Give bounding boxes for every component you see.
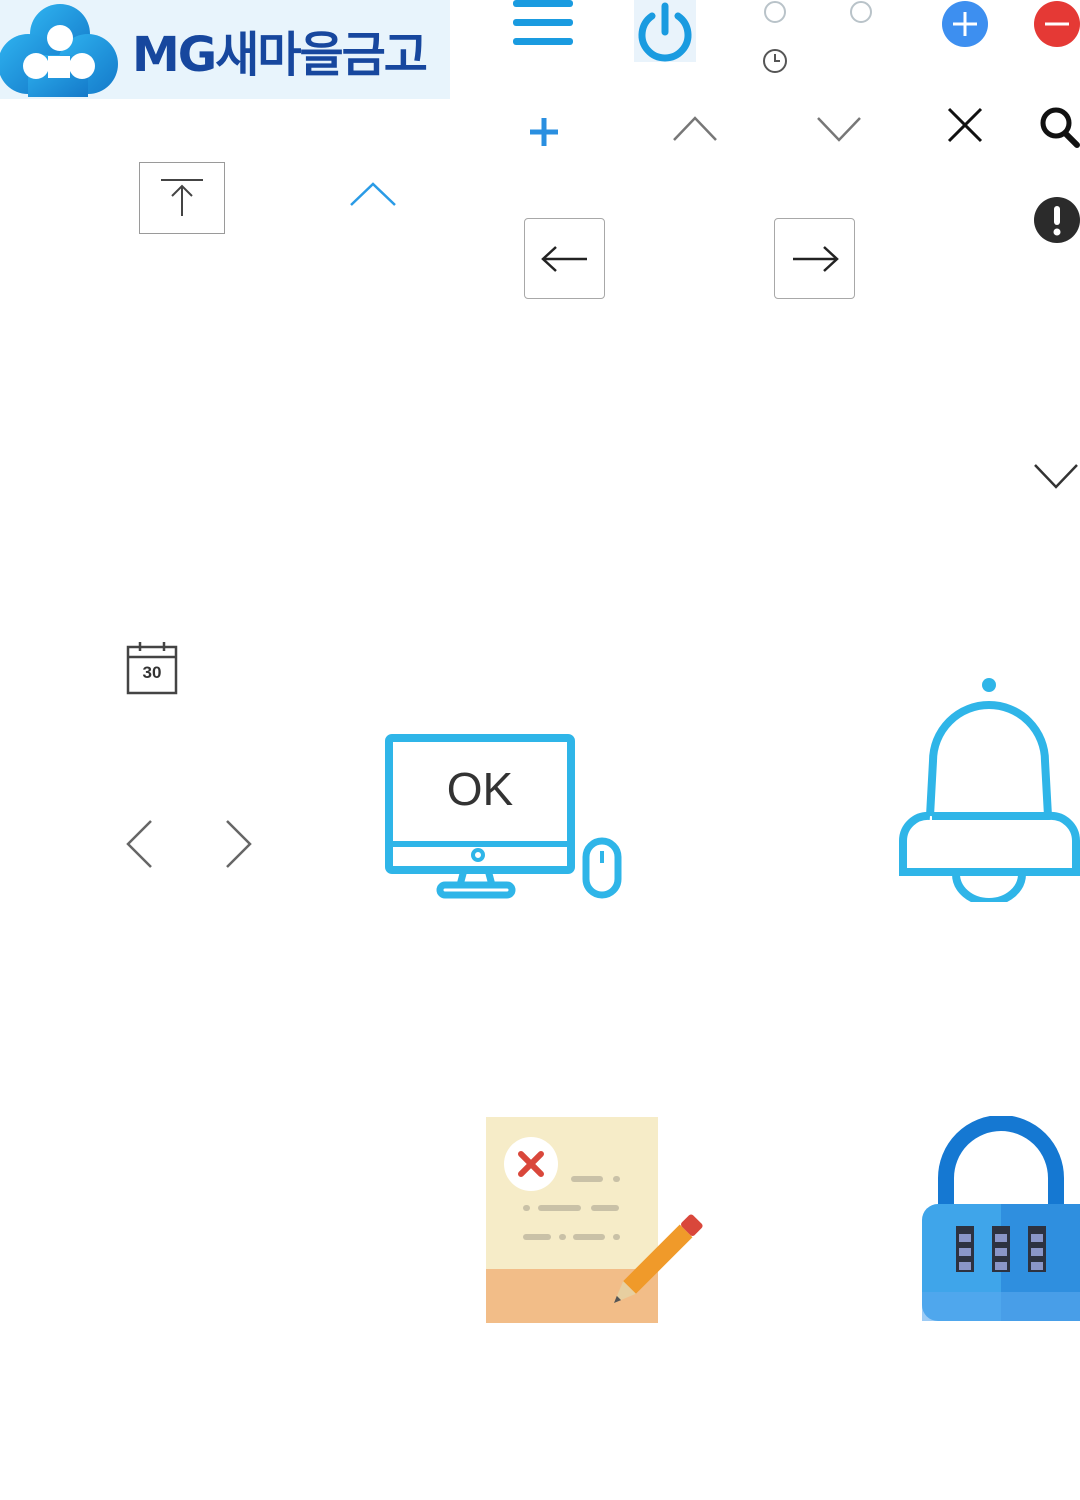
chevron-left-icon	[126, 820, 152, 868]
previous-button[interactable]	[524, 218, 605, 299]
add-button[interactable]	[941, 0, 989, 48]
dropdown-toggle[interactable]	[1032, 460, 1080, 492]
plus-circle-icon	[942, 1, 988, 47]
minus-circle-icon	[1034, 1, 1080, 47]
scroll-to-top-button[interactable]	[139, 162, 225, 234]
chevron-down-icon	[817, 117, 861, 142]
power-button[interactable]	[634, 0, 696, 62]
scroll-up-button[interactable]	[348, 180, 398, 210]
security-lock-illustration	[922, 1115, 1080, 1324]
chevron-up-blue-icon	[350, 182, 396, 206]
arrow-left-icon	[540, 245, 587, 272]
computer-monitor-icon	[385, 734, 622, 899]
plus-button[interactable]	[526, 114, 562, 150]
next-page-button[interactable]	[222, 818, 254, 870]
clover-cloud-logo-icon	[0, 4, 118, 97]
previous-page-button[interactable]	[124, 818, 156, 870]
radio-empty-icon	[764, 1, 786, 23]
next-button[interactable]	[774, 218, 855, 299]
computer-status-illustration	[384, 733, 624, 901]
menu-button[interactable]	[510, 0, 576, 50]
chevron-up-icon	[673, 116, 717, 141]
clock-icon	[763, 49, 787, 73]
bell-icon	[898, 678, 1080, 906]
remove-button[interactable]	[1033, 0, 1080, 48]
power-icon	[638, 2, 692, 62]
brand-name: MG새마을금고	[132, 26, 428, 83]
clock-indicator	[761, 47, 789, 75]
collapse-button[interactable]	[670, 112, 720, 144]
search-icon	[1040, 107, 1080, 148]
document-edit-error-icon	[486, 1117, 703, 1323]
notification-bell[interactable]	[896, 676, 1080, 906]
chevron-right-icon	[226, 820, 252, 868]
monitor-screen-text: OK	[446, 763, 514, 815]
search-button[interactable]	[1038, 104, 1080, 148]
close-icon	[947, 107, 983, 143]
chevron-down-large-icon	[1034, 464, 1078, 489]
close-button[interactable]	[944, 104, 986, 146]
radio-empty-icon	[850, 1, 872, 23]
radio-option-1[interactable]	[763, 0, 787, 24]
plus-icon	[530, 118, 558, 146]
arrow-right-icon	[792, 245, 839, 272]
document-edit-illustration	[486, 1117, 712, 1323]
alert-circle-icon	[1034, 197, 1080, 243]
calendar-day: 30	[142, 663, 162, 682]
expand-button[interactable]	[814, 112, 864, 144]
radio-option-2[interactable]	[849, 0, 873, 24]
combination-lock-icon	[922, 1115, 1080, 1321]
alert-indicator	[1033, 196, 1080, 244]
brand-logo[interactable]: MG새마을금고	[0, 0, 450, 99]
scroll-to-top-icon	[161, 179, 203, 216]
hamburger-menu-icon	[513, 0, 573, 45]
